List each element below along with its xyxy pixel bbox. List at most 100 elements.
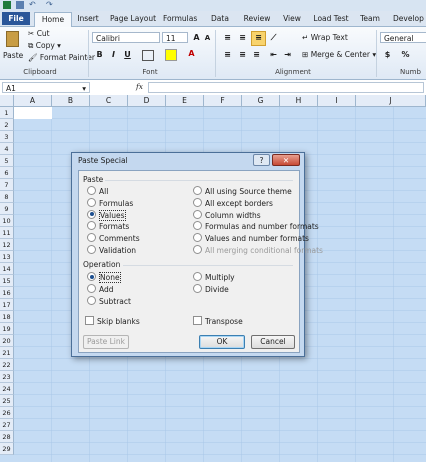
operation-option-multiply[interactable]: Multiply <box>193 272 235 283</box>
column-header-i[interactable]: I <box>318 95 356 107</box>
row-header-1[interactable]: 1 <box>0 107 14 119</box>
tab-review[interactable]: Review <box>243 12 271 25</box>
row-header-6[interactable]: 6 <box>0 167 14 179</box>
underline-button[interactable]: U <box>122 49 133 60</box>
row-header-24[interactable]: 24 <box>0 383 14 395</box>
row-header-7[interactable]: 7 <box>0 179 14 191</box>
paste-option-all-merging-conditional-formats[interactable]: All merging conditional formats <box>193 245 323 256</box>
help-button[interactable]: ? <box>253 154 270 166</box>
undo-icon[interactable]: ↶ <box>29 0 36 9</box>
grow-font-icon[interactable]: A <box>191 32 202 43</box>
column-header-j[interactable]: J <box>356 95 426 107</box>
row-header-8[interactable]: 8 <box>0 191 14 203</box>
bold-button[interactable]: B <box>94 49 105 60</box>
paste-option-values-and-number-formats[interactable]: Values and number formats <box>193 233 309 244</box>
borders-icon[interactable] <box>142 50 154 61</box>
column-header-e[interactable]: E <box>166 95 204 107</box>
cut-button[interactable]: ✂ Cut <box>28 29 50 38</box>
align-center-icon[interactable]: ≡ <box>237 49 248 60</box>
paste-button[interactable]: Paste <box>2 29 24 65</box>
row-header-25[interactable]: 25 <box>0 395 14 407</box>
paste-option-validation[interactable]: Validation <box>87 245 136 256</box>
cancel-button[interactable]: Cancel <box>251 335 295 349</box>
row-header-19[interactable]: 19 <box>0 323 14 335</box>
align-left-icon[interactable]: ≡ <box>222 49 233 60</box>
align-bottom-icon[interactable]: ≡ <box>251 31 266 46</box>
paste-option-all-using-source-theme[interactable]: All using Source theme <box>193 186 292 197</box>
column-header-d[interactable]: D <box>128 95 166 107</box>
paste-option-comments[interactable]: Comments <box>87 233 140 244</box>
format-painter-button[interactable]: 🖌 Format Painter <box>28 53 95 62</box>
row-header-3[interactable]: 3 <box>0 131 14 143</box>
select-all-corner[interactable] <box>0 95 14 107</box>
redo-icon[interactable]: ↷ <box>46 0 53 9</box>
row-header-22[interactable]: 22 <box>0 359 14 371</box>
formula-input[interactable] <box>148 82 424 93</box>
row-header-9[interactable]: 9 <box>0 203 14 215</box>
italic-button[interactable]: I <box>108 49 119 60</box>
tab-insert[interactable]: Insert <box>76 12 100 25</box>
row-header-26[interactable]: 26 <box>0 407 14 419</box>
row-header-21[interactable]: 21 <box>0 347 14 359</box>
column-header-h[interactable]: H <box>280 95 318 107</box>
row-header-27[interactable]: 27 <box>0 419 14 431</box>
tab-formulas[interactable]: Formulas <box>163 12 197 25</box>
column-header-g[interactable]: G <box>242 95 280 107</box>
row-header-10[interactable]: 10 <box>0 215 14 227</box>
paste-option-formulas-and-number-formats[interactable]: Formulas and number formats <box>193 221 319 232</box>
row-header-13[interactable]: 13 <box>0 251 14 263</box>
column-header-a[interactable]: A <box>14 95 52 107</box>
row-header-12[interactable]: 12 <box>0 239 14 251</box>
tab-developer[interactable]: Develop <box>393 12 426 25</box>
paste-option-all[interactable]: All <box>87 186 108 197</box>
row-header-11[interactable]: 11 <box>0 227 14 239</box>
tab-file[interactable]: File <box>2 12 30 25</box>
ok-button[interactable]: OK <box>199 335 245 349</box>
shrink-font-icon[interactable]: A <box>202 33 213 44</box>
paste-option-formulas[interactable]: Formulas <box>87 197 133 209</box>
column-header-f[interactable]: F <box>204 95 242 107</box>
row-header-14[interactable]: 14 <box>0 263 14 275</box>
merge-center-button[interactable]: ⊞ Merge & Center ▾ <box>302 50 376 59</box>
tab-view[interactable]: View <box>281 12 303 25</box>
close-button[interactable]: ✕ <box>272 154 300 166</box>
operation-option-none[interactable]: None <box>87 272 121 283</box>
fx-icon[interactable]: fx <box>136 82 143 91</box>
row-header-4[interactable]: 4 <box>0 143 14 155</box>
row-header-5[interactable]: 5 <box>0 155 14 167</box>
tab-page-layout[interactable]: Page Layout <box>110 12 156 25</box>
align-top-icon[interactable]: ≡ <box>222 32 233 43</box>
increase-indent-icon[interactable]: ⇥ <box>282 49 293 60</box>
tab-data[interactable]: Data <box>209 12 231 25</box>
tab-team[interactable]: Team <box>359 12 381 25</box>
row-header-15[interactable]: 15 <box>0 275 14 287</box>
number-format-select[interactable]: General <box>380 32 426 43</box>
font-size-select[interactable]: 11 <box>162 32 188 43</box>
tab-home[interactable]: Home <box>34 12 72 27</box>
font-color-icon[interactable]: A <box>186 48 197 59</box>
orientation-icon[interactable]: ⟋ <box>268 32 279 43</box>
row-header-23[interactable]: 23 <box>0 371 14 383</box>
operation-option-add[interactable]: Add <box>87 283 114 295</box>
paste-option-values[interactable]: Values <box>87 209 126 221</box>
row-header-29[interactable]: 29 <box>0 443 14 455</box>
align-middle-icon[interactable]: ≡ <box>237 32 248 43</box>
row-header-2[interactable]: 2 <box>0 119 14 131</box>
paste-option-column-widths[interactable]: Column widths <box>193 209 261 221</box>
paste-option-all-except-borders[interactable]: All except borders <box>193 197 273 209</box>
skip-blanks-checkbox[interactable]: Skip blanks <box>85 316 140 327</box>
row-header-17[interactable]: 17 <box>0 299 14 311</box>
row-header-18[interactable]: 18 <box>0 311 14 323</box>
fill-color-icon[interactable] <box>165 49 177 61</box>
paste-option-formats[interactable]: Formats <box>87 221 129 232</box>
font-name-select[interactable]: Calibri <box>92 32 160 43</box>
row-header-28[interactable]: 28 <box>0 431 14 443</box>
currency-button[interactable]: $ <box>382 49 393 60</box>
active-cell[interactable] <box>14 107 52 119</box>
name-box[interactable]: A1 ▾ <box>2 82 90 93</box>
operation-option-divide[interactable]: Divide <box>193 283 229 295</box>
align-right-icon[interactable]: ≡ <box>251 49 262 60</box>
transpose-checkbox[interactable]: Transpose <box>193 316 243 327</box>
operation-option-subtract[interactable]: Subtract <box>87 295 131 307</box>
wrap-text-button[interactable]: ↵ Wrap Text <box>302 33 348 42</box>
